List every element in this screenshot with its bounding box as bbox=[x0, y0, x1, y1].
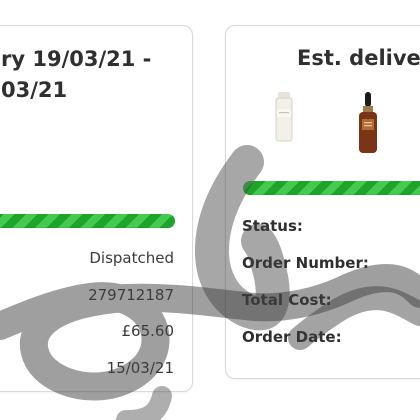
order-card-right: Est. delivery Status: Order Number: Tota… bbox=[225, 25, 420, 379]
cream-bottle-icon bbox=[275, 92, 293, 146]
delivery-heading-left: ry 19/03/21 - 03/21 bbox=[1, 47, 152, 102]
order-cards-viewport: ry 19/03/21 - 03/21 Dispatched 279712187… bbox=[0, 0, 420, 420]
serum-bottle-icon bbox=[358, 92, 378, 158]
delivery-progress-bar-left bbox=[0, 214, 175, 228]
status-label: Status: bbox=[242, 217, 303, 235]
order-date-value: 15/03/21 bbox=[106, 359, 174, 377]
status-value: Dispatched bbox=[89, 249, 174, 267]
total-cost-value: £65.60 bbox=[121, 322, 175, 340]
order-number-value: 279712187 bbox=[88, 286, 174, 304]
delivery-progress-bar-right bbox=[243, 181, 420, 195]
order-number-label: Order Number: bbox=[242, 254, 369, 272]
order-card-left: ry 19/03/21 - 03/21 Dispatched 279712187… bbox=[0, 25, 193, 392]
total-cost-label: Total Cost: bbox=[242, 291, 332, 309]
order-date-label: Order Date: bbox=[242, 328, 342, 346]
delivery-heading-right: Est. delivery bbox=[297, 46, 420, 70]
